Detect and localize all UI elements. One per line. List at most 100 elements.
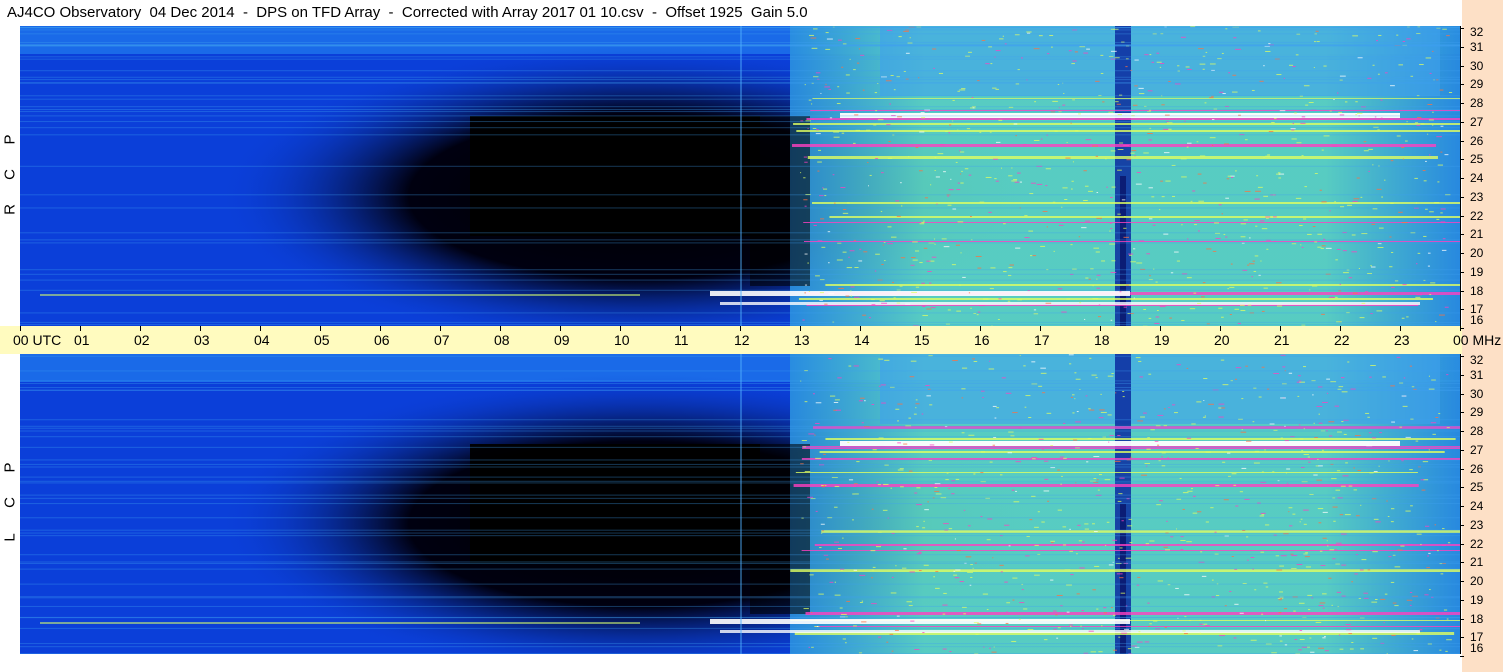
speckle [1151, 196, 1155, 198]
speckle [1234, 378, 1238, 380]
speckle [1294, 112, 1297, 114]
speckle [1028, 416, 1032, 418]
speckle [1247, 304, 1252, 306]
speckle [949, 124, 952, 126]
speckle [1231, 555, 1234, 557]
speckle [1149, 623, 1152, 625]
interference-band [807, 156, 1438, 159]
mhz-tick-label: 22 [1470, 536, 1484, 551]
speckle [1237, 322, 1241, 324]
speckle [1110, 150, 1116, 152]
speckle [987, 518, 993, 520]
utc-tick-mark [1040, 326, 1041, 331]
speckle [1072, 161, 1075, 163]
speckle [1293, 610, 1296, 612]
speckle [1290, 128, 1296, 130]
speckle [832, 174, 835, 176]
speckle [1339, 75, 1346, 77]
mhz-tick-mark [1460, 562, 1464, 564]
speckle [1176, 528, 1178, 530]
speckle [809, 34, 815, 36]
utc-tick-mark [500, 326, 501, 331]
speckle [852, 519, 854, 521]
speckle [1161, 104, 1165, 106]
speckle [1176, 364, 1181, 366]
speckle [1241, 467, 1247, 469]
speckle [907, 156, 910, 158]
speckle [1371, 437, 1376, 439]
speckle [1191, 423, 1196, 425]
speckle [1112, 539, 1118, 541]
speckle [1003, 223, 1006, 225]
speckle [972, 358, 975, 360]
speckle [1425, 525, 1430, 527]
rcp-spectrogram [20, 26, 1460, 326]
speckle [1057, 469, 1060, 471]
speckle [1328, 577, 1332, 579]
speckle [1055, 614, 1058, 616]
speckle [838, 287, 844, 289]
speckle [1299, 638, 1305, 640]
speckle [1184, 594, 1190, 596]
mhz-tick-label: 23 [1470, 189, 1484, 204]
speckle [1402, 41, 1406, 43]
speckle [1252, 260, 1255, 262]
speckle [1180, 158, 1187, 160]
speckle [961, 432, 965, 434]
speckle [1372, 164, 1374, 166]
speckle [1319, 550, 1323, 552]
speckle [1401, 395, 1407, 397]
speckle [1050, 445, 1054, 447]
speckle [1212, 250, 1217, 252]
speckle [1307, 609, 1311, 611]
speckle [899, 468, 904, 470]
mhz-tick-mark [1460, 121, 1464, 123]
speckle [1029, 193, 1034, 195]
speckle [947, 309, 951, 311]
speckle [1443, 609, 1448, 611]
mhz-tick-mark [1460, 46, 1464, 48]
speckle [1360, 504, 1362, 506]
speckle [1111, 186, 1116, 188]
speckle [871, 603, 877, 605]
speckle [1380, 99, 1383, 101]
speckle [1299, 521, 1301, 523]
speckle [1001, 167, 1003, 169]
speckle [996, 407, 1000, 409]
speckle [819, 299, 823, 301]
speckle [1004, 581, 1008, 583]
speckle [1214, 222, 1219, 224]
speckle [1118, 636, 1121, 638]
speckle [1074, 398, 1076, 400]
speckle [1123, 306, 1127, 308]
speckle [1299, 629, 1303, 631]
speckle [878, 358, 884, 360]
speckle [1134, 85, 1138, 87]
speckle [874, 270, 877, 272]
speckle [1083, 170, 1087, 172]
speckle [1061, 311, 1067, 313]
utc-tick-label: 11 [674, 332, 689, 348]
utc-tick-mark [200, 326, 201, 331]
speckle [1240, 236, 1246, 238]
speckle [1076, 553, 1078, 555]
mhz-tick-mark [1460, 28, 1464, 29]
utc-tick-mark [20, 326, 21, 331]
speckle [1159, 306, 1166, 308]
speckle [1303, 509, 1309, 511]
speckle [878, 437, 884, 439]
utc-tick-mark [860, 326, 861, 331]
speckle [855, 129, 860, 131]
speckle [1335, 259, 1338, 261]
speckle [1316, 479, 1323, 481]
speckle [1038, 438, 1044, 440]
speckle [1430, 282, 1436, 284]
speckle [975, 633, 979, 635]
speckle [1100, 54, 1104, 56]
speckle [1170, 536, 1174, 538]
utc-tick-label: 20 [1214, 332, 1230, 348]
speckle [919, 223, 925, 225]
speckle [811, 47, 818, 49]
speckle [1040, 367, 1046, 369]
speckle [1019, 181, 1022, 183]
